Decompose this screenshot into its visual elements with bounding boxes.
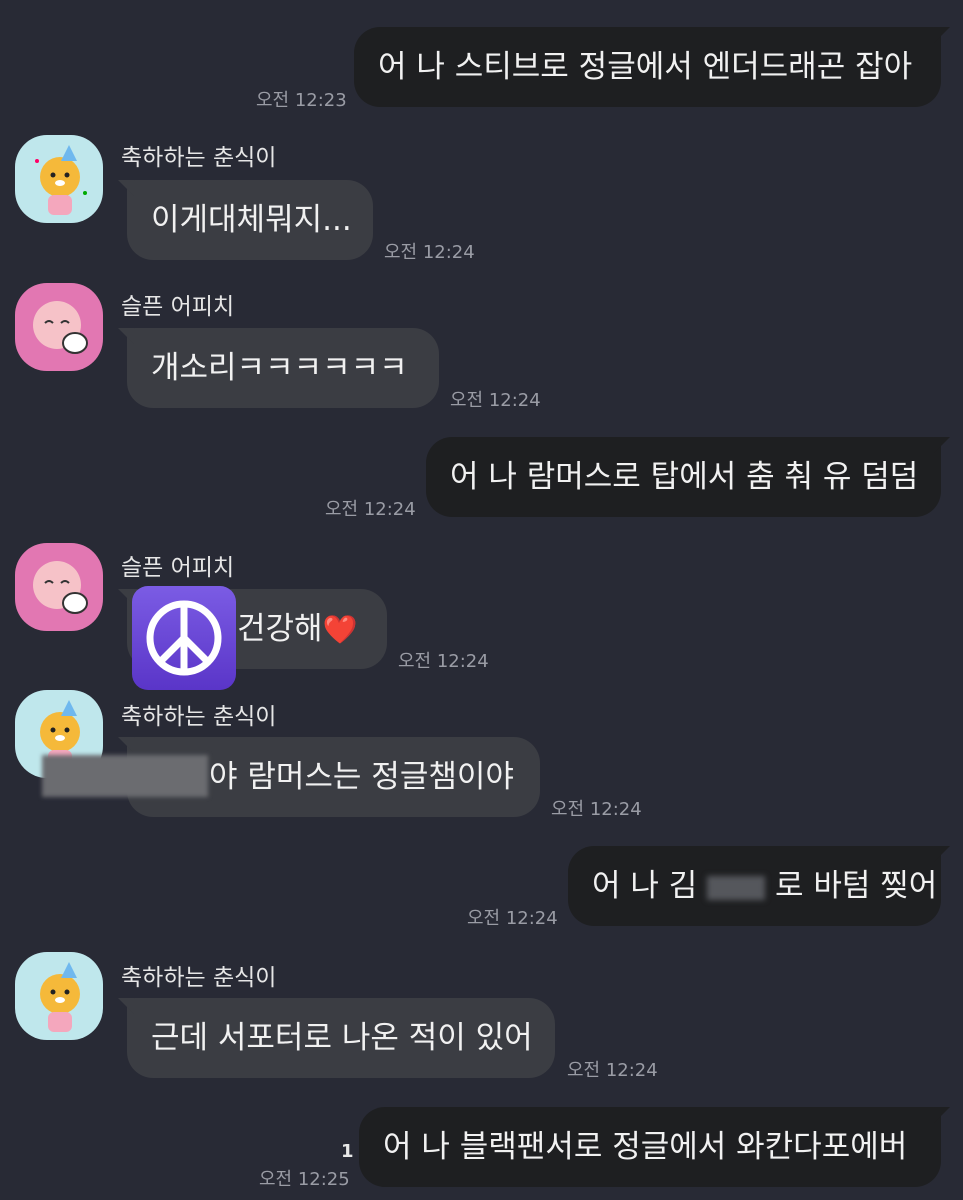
message-time: 오전 12:23 (256, 90, 347, 111)
message-bubble[interactable]: 어 나 람머스로 탑에서 춤 춰 유 덤덤 (426, 437, 950, 517)
ryan-chunsik-avatar-icon[interactable] (15, 952, 103, 1040)
message-text: 로 바텀 찢어 (775, 868, 938, 904)
apeach-avatar-icon[interactable] (15, 283, 103, 371)
message-text: 이게대체뭐지... (151, 202, 352, 238)
message-time: 오전 12:25 (259, 1169, 350, 1190)
message-bubble[interactable]: 근데 서포터로 나온 적이 있어 (118, 998, 555, 1078)
message-time: 오전 12:24 (450, 390, 541, 411)
message-time: 오전 12:24 (384, 242, 475, 263)
redacted-name (42, 755, 208, 797)
message-text: 어 나 김 (592, 868, 698, 904)
message-time: 오전 12:24 (551, 799, 642, 820)
message-time: 오전 12:24 (467, 908, 558, 929)
sender-name: 슬픈 어피치 (121, 294, 235, 320)
redacted-name (707, 875, 766, 900)
sender-name: 축하하는 춘식이 (121, 965, 277, 991)
message-text: 어 나 블랙팬서로 정글에서 와칸다포에버 (383, 1129, 908, 1165)
message-text: 개소리ㅋㅋㅋㅋㅋㅋ (151, 350, 408, 386)
message-text: 어 나 람머스로 탑에서 춤 춰 유 덤덤 (450, 459, 919, 495)
message-text: 근데 서포터로 나온 적이 있어 (151, 1020, 533, 1056)
heart-emoji-icon: ❤️ (322, 613, 358, 646)
unread-count: 1 (341, 1141, 354, 1162)
message-bubble[interactable]: 이게대체뭐지... (118, 180, 373, 260)
chat-room: 어 나 스티브로 정글에서 엔더드래곤 잡아 오전 12:23 축하하는 춘식이… (0, 0, 963, 1200)
message-bubble[interactable]: 어 나 김 로 바텀 찢어 (568, 846, 950, 926)
apeach-avatar-icon[interactable] (15, 543, 103, 631)
message-time: 오전 12:24 (398, 651, 489, 672)
peace-symbol-icon (132, 586, 236, 690)
message-text: 야 람머스는 정글챔이야 (209, 759, 514, 795)
sender-name: 축하하는 춘식이 (121, 704, 277, 730)
message-bubble[interactable]: 개소리ㅋㅋㅋㅋㅋㅋ (118, 328, 439, 408)
message-bubble[interactable]: 어 나 블랙팬서로 정글에서 와칸다포에버 (359, 1107, 950, 1187)
sender-name: 축하하는 춘식이 (121, 145, 277, 171)
message-time: 오전 12:24 (325, 499, 416, 520)
message-bubble[interactable]: 어 나 스티브로 정글에서 엔더드래곤 잡아 (354, 27, 950, 107)
message-text: 어 나 스티브로 정글에서 엔더드래곤 잡아 (378, 49, 913, 85)
ryan-chunsik-avatar-icon[interactable] (15, 135, 103, 223)
message-text: 건강해 (237, 611, 323, 647)
sender-name: 슬픈 어피치 (121, 555, 235, 581)
message-time: 오전 12:24 (567, 1060, 658, 1081)
